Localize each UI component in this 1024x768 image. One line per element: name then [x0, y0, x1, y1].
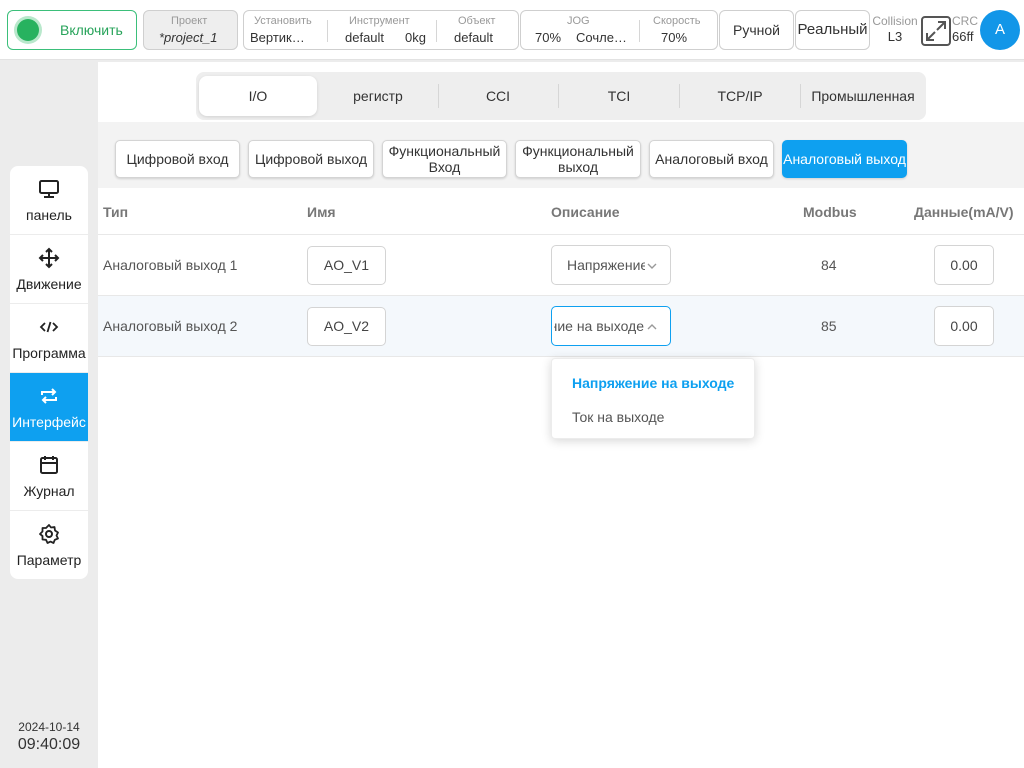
- fullscreen-icon[interactable]: [921, 16, 951, 46]
- speed-caption: Скорость: [653, 15, 701, 27]
- crc-value: 66ff: [952, 29, 974, 44]
- sidebar-item-label: панель: [26, 207, 72, 223]
- tab-bar: I/O регистр CCI TCI TCP/IP Промышленная: [196, 72, 926, 120]
- sidebar-item-label: Программа: [12, 345, 86, 361]
- tool-value: default: [345, 30, 385, 45]
- swap-arrows-icon: [41, 388, 57, 404]
- sidebar-item-label: Интерфейс: [12, 414, 86, 430]
- description-dropdown-menu: Напряжение на выходе Ток на выходе: [551, 358, 755, 439]
- object-value: default: [454, 30, 494, 45]
- divider: [98, 356, 1024, 357]
- tab-cci[interactable]: CCI: [439, 76, 557, 116]
- tab-io[interactable]: I/O: [199, 76, 317, 116]
- top-bar: Включить Проект *project_1 Установить Ве…: [0, 0, 1024, 60]
- sidebar-item-interface[interactable]: Интерфейс: [10, 373, 88, 442]
- power-button-label: Включить: [60, 22, 123, 38]
- jog-caption: JOG: [567, 15, 590, 27]
- sidebar-item-label: Журнал: [23, 483, 75, 499]
- sidebar: панель Движение Программа Интерфейс Журн…: [10, 166, 88, 579]
- row-name-input[interactable]: AO_V2: [307, 307, 386, 346]
- object-caption: Объект: [458, 15, 496, 27]
- row-data-input[interactable]: 0.00: [934, 306, 994, 346]
- power-status-icon: [17, 19, 39, 41]
- subtab-analog-output[interactable]: Аналоговый выход: [782, 140, 907, 178]
- column-header-name: Имя: [307, 204, 336, 220]
- dropdown-option-current[interactable]: Ток на выходе: [572, 409, 664, 425]
- description-select-value: Напряжение на выходе: [554, 318, 644, 334]
- manual-mode-button[interactable]: Ручной: [719, 10, 794, 50]
- sidebar-item-program[interactable]: Программа: [10, 304, 88, 373]
- row-type: Аналоговый выход 2: [103, 318, 238, 334]
- user-avatar[interactable]: A: [980, 10, 1020, 50]
- column-header-type: Тип: [103, 204, 129, 220]
- calendar-icon: [40, 456, 58, 474]
- description-select-open[interactable]: Напряжение на выходе: [551, 306, 671, 346]
- speed-value: 70%: [661, 30, 688, 45]
- tab-industrial[interactable]: Промышленная: [801, 76, 925, 116]
- tool-caption: Инструмент: [349, 15, 410, 27]
- current-time: 09:40:09: [17, 736, 81, 753]
- sidebar-item-parameter[interactable]: Параметр: [10, 511, 88, 579]
- subtab-functional-input[interactable]: Функциональный Вход: [382, 140, 507, 178]
- jog-mode: Сочле…: [576, 30, 627, 45]
- project-name: *project_1: [159, 30, 218, 45]
- project-caption: Проект: [171, 15, 208, 27]
- jog-speed-group[interactable]: JOG 70% Сочле… Скорость 70%: [520, 10, 718, 50]
- install-value: Вертик…: [250, 30, 305, 45]
- divider: [436, 20, 437, 42]
- real-mode-button[interactable]: Реальный: [795, 10, 870, 50]
- description-select[interactable]: Напряжение на выходе: [551, 245, 671, 285]
- sidebar-item-panel[interactable]: панель: [10, 166, 88, 235]
- settings-group[interactable]: Установить Вертик… Инструмент default 0k…: [243, 10, 519, 50]
- subtab-digital-output[interactable]: Цифровой выход: [248, 140, 374, 178]
- install-caption: Установить: [254, 15, 312, 27]
- row-modbus: 85: [821, 318, 837, 334]
- subtab-functional-output[interactable]: Функциональный выход: [515, 140, 641, 178]
- clock: 2024-10-14 09:40:09: [0, 720, 98, 754]
- sidebar-item-journal[interactable]: Журнал: [10, 442, 88, 511]
- tab-register[interactable]: регистр: [319, 76, 437, 116]
- collision-caption: Collision: [872, 14, 918, 28]
- power-button[interactable]: Включить: [7, 10, 137, 50]
- current-date: 2024-10-14: [18, 720, 80, 734]
- divider: [639, 20, 640, 42]
- tab-tcpip[interactable]: TCP/IP: [680, 76, 800, 116]
- row-type: Аналоговый выход 1: [103, 257, 238, 273]
- row-modbus: 84: [821, 257, 837, 273]
- divider: [327, 20, 328, 42]
- collision-indicator[interactable]: Collision L3: [872, 14, 918, 44]
- project-selector[interactable]: Проект *project_1: [143, 10, 238, 50]
- crc-indicator: CRC 66ff: [952, 14, 982, 44]
- collision-level: L3: [887, 29, 903, 44]
- column-header-description: Описание: [551, 204, 620, 220]
- gear-icon: [39, 524, 59, 544]
- crc-caption: CRC: [952, 14, 978, 28]
- chevron-up-icon: [647, 324, 657, 330]
- dropdown-option-voltage[interactable]: Напряжение на выходе: [572, 375, 734, 391]
- monitor-icon: [39, 180, 59, 198]
- jog-percent: 70%: [535, 30, 562, 45]
- sidebar-item-motion[interactable]: Движение: [10, 235, 88, 304]
- column-header-modbus: Modbus: [803, 204, 857, 220]
- sidebar-item-label: Движение: [16, 276, 82, 292]
- row-name-input[interactable]: AO_V1: [307, 246, 386, 285]
- tool-weight: 0kg: [405, 30, 426, 45]
- tab-tci[interactable]: TCI: [559, 76, 679, 116]
- main-panel: I/O регистр CCI TCI TCP/IP Промышленная …: [98, 62, 1024, 768]
- column-header-data: Данные(mA/V): [914, 204, 1014, 220]
- description-select-value: Напряжение на выходе: [567, 257, 645, 273]
- sidebar-item-label: Параметр: [16, 552, 82, 568]
- code-icon: [39, 321, 59, 333]
- move-arrows-icon: [38, 247, 60, 269]
- chevron-down-icon: [647, 263, 657, 269]
- subtab-analog-input[interactable]: Аналоговый вход: [649, 140, 774, 178]
- row-data-input[interactable]: 0.00: [934, 245, 994, 285]
- subtab-digital-input[interactable]: Цифровой вход: [115, 140, 240, 178]
